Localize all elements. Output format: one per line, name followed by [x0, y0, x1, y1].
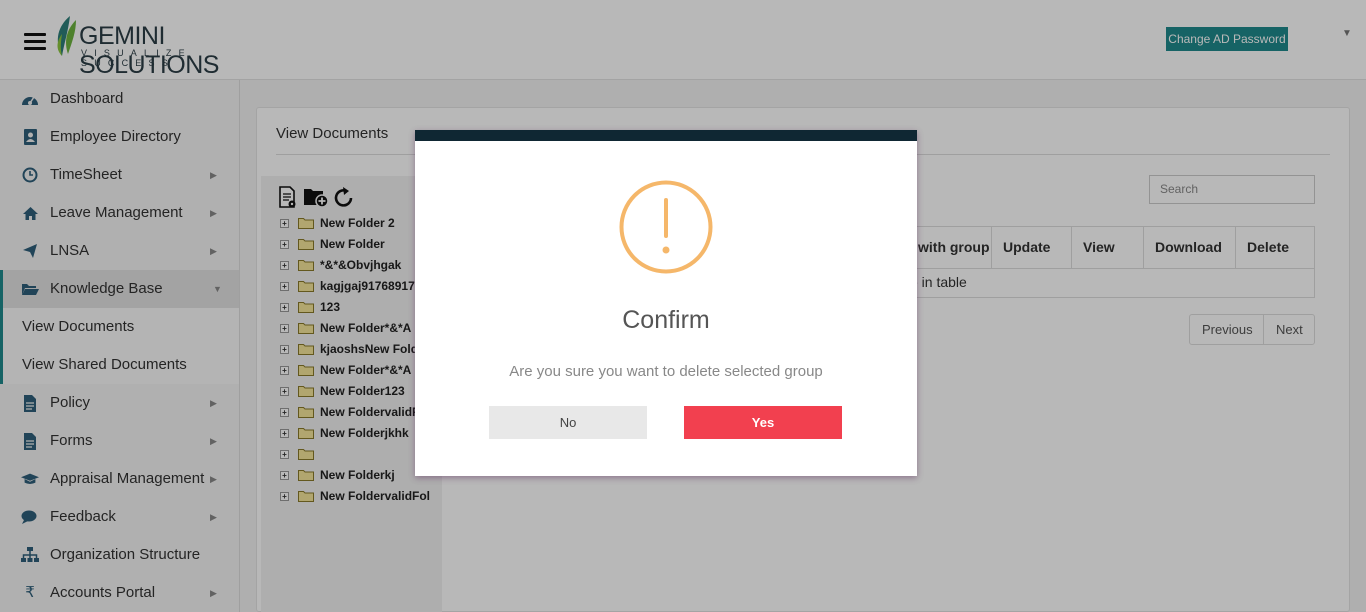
- exclamation-circle-icon: [619, 180, 713, 274]
- no-button[interactable]: No: [489, 406, 647, 439]
- yes-button[interactable]: Yes: [684, 406, 842, 439]
- dialog-top-bar: [415, 130, 917, 141]
- confirm-dialog: Confirm Are you sure you want to delete …: [415, 130, 917, 476]
- dialog-message: Are you sure you want to delete selected…: [509, 363, 823, 380]
- dialog-title: Confirm: [622, 306, 710, 334]
